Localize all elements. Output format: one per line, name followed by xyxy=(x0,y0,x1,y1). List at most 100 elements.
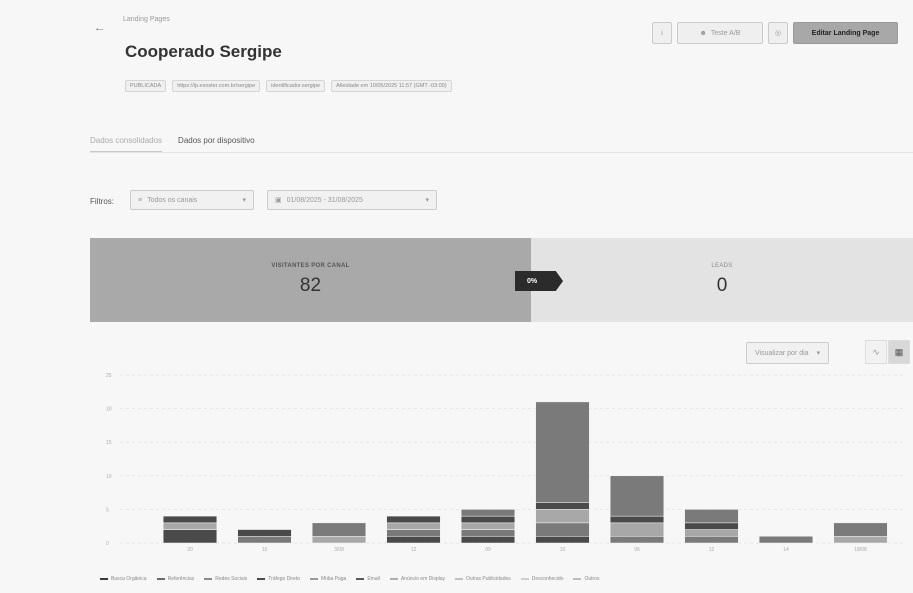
y-tick-label: 20 xyxy=(106,407,112,413)
visitors-label: VISITANTES POR CANAL xyxy=(271,263,350,269)
legend-item[interactable]: Outros xyxy=(573,576,599,582)
leads-value: 0 xyxy=(716,275,728,296)
legend-item[interactable]: Email xyxy=(356,576,380,582)
x-tick-label: 14 xyxy=(783,547,789,553)
x-tick-label: 06 xyxy=(634,547,640,553)
tab-device[interactable]: Dados por dispositivo xyxy=(178,136,254,153)
legend-swatch xyxy=(520,578,529,580)
legend-label: Outros xyxy=(584,576,600,582)
line-chart-toggle[interactable]: ∿ xyxy=(865,340,887,364)
leads-label: LEADS xyxy=(711,263,733,269)
status-badge: PUBLICADA xyxy=(125,80,167,92)
view-by-value: Visualizar por dia xyxy=(755,349,809,357)
chevron-down-icon: ▾ xyxy=(816,350,821,357)
legend-item[interactable]: Tráfego Direto xyxy=(257,576,300,582)
bar-segment[interactable] xyxy=(535,536,590,544)
view-by-select[interactable]: Visualizar por dia ▾ xyxy=(746,342,830,364)
bar-segment[interactable] xyxy=(535,522,590,537)
x-tick-label: 09 xyxy=(485,547,491,553)
bar-chart-icon: ▦ xyxy=(894,346,904,357)
info-button[interactable]: i xyxy=(652,22,672,44)
legend-item[interactable]: Redes Sociais xyxy=(204,576,247,582)
bar-segment[interactable] xyxy=(609,515,665,524)
bar-segment[interactable] xyxy=(684,509,739,524)
bar-segment[interactable] xyxy=(609,522,665,537)
visitors-value: 82 xyxy=(299,275,322,296)
legend-item[interactable]: Referências xyxy=(156,576,195,582)
x-tick-label: 12 xyxy=(709,547,715,553)
chevron-down-icon: ▾ xyxy=(242,197,246,204)
channel-select[interactable]: ≡ Todos os canais ▾ xyxy=(130,190,254,210)
bar-segment[interactable] xyxy=(460,522,516,530)
legend-label: Email xyxy=(367,576,380,582)
tab-bar: Dados consolidados Dados por dispositivo xyxy=(90,136,255,153)
legend-label: Referências xyxy=(167,576,195,582)
calendar-icon: ▣ xyxy=(275,197,282,204)
legend-swatch xyxy=(204,578,213,580)
legend-item[interactable]: Busca Orgânica xyxy=(100,576,147,582)
bar-segment[interactable] xyxy=(311,536,367,544)
legend-swatch xyxy=(455,578,464,580)
bar-segment[interactable] xyxy=(237,529,292,537)
bar-segment[interactable] xyxy=(386,529,441,537)
chart-legend: Busca Orgânica Referências Redes Sociais Tr… xyxy=(100,576,599,582)
edit-landing-page-button[interactable]: Editar Landing Page xyxy=(793,22,898,44)
test-ab-button[interactable]: ☻ Teste A/B xyxy=(677,22,763,44)
line-chart-icon: ∿ xyxy=(872,346,880,357)
bar-segment[interactable] xyxy=(535,502,590,510)
x-tick-label: 18/08 xyxy=(854,547,867,553)
bar-segment[interactable] xyxy=(460,536,516,544)
tab-consolidated[interactable]: Dados consolidados xyxy=(90,136,163,153)
bar-segment[interactable] xyxy=(535,509,590,524)
bar-segment[interactable] xyxy=(162,515,218,524)
legend-item[interactable]: Anúncio em Display xyxy=(389,576,445,582)
url-badge[interactable]: https://lp.exoster.com.br/sergipe xyxy=(172,80,261,92)
legend-item[interactable]: Desconhecido xyxy=(520,576,564,582)
meta-badges: PUBLICADA https://lp.exoster.com.br/serg… xyxy=(125,80,452,92)
y-tick-label: 25 xyxy=(106,373,112,379)
bar-segment[interactable] xyxy=(609,536,665,544)
bar-segment[interactable] xyxy=(237,536,292,544)
legend-label: Redes Sociais xyxy=(215,576,248,582)
legend-swatch xyxy=(356,578,365,580)
legend-label: Mídia Paga xyxy=(321,576,347,582)
bar-segment[interactable] xyxy=(833,522,888,537)
bar-segment[interactable] xyxy=(833,536,888,544)
bar-segment[interactable] xyxy=(460,529,516,537)
breadcrumb[interactable]: Landing Pages xyxy=(123,16,170,23)
bar-segment[interactable] xyxy=(684,536,739,544)
legend-label: Desconhecido xyxy=(531,576,564,582)
bar-segment[interactable] xyxy=(684,522,739,530)
date-range-select[interactable]: ▣ 01/08/2025 - 31/08/2025 ▾ xyxy=(267,190,437,210)
bar-segment[interactable] xyxy=(758,536,814,544)
legend-item[interactable]: Outras Publicidades xyxy=(455,576,511,582)
bar-chart-toggle[interactable]: ▦ xyxy=(888,340,910,364)
legend-swatch xyxy=(100,578,108,580)
bar-segment[interactable] xyxy=(162,529,218,544)
leads-card: LEADS 0 xyxy=(531,238,913,322)
preview-button[interactable]: ◎ xyxy=(768,22,788,44)
visitors-chart: 25 20 15 10 5 0 20 10 3/08 12 09 10 06 12 14 18/08 xyxy=(106,373,905,553)
visitors-card: VISITANTES POR CANAL 82 xyxy=(90,238,531,322)
bar-segment[interactable] xyxy=(609,475,665,517)
legend-swatch xyxy=(573,578,582,580)
identifier-badge: identificador.sergipe xyxy=(266,80,326,92)
bar-segment[interactable] xyxy=(386,515,441,524)
bar-segment[interactable] xyxy=(386,536,441,544)
bar-segment[interactable] xyxy=(386,522,441,530)
y-tick-label: 5 xyxy=(106,507,109,513)
legend-item[interactable]: Mídia Paga xyxy=(310,576,346,582)
x-tick-label: 12 xyxy=(411,547,417,553)
bar-segment[interactable] xyxy=(460,509,516,517)
header-actions: i ☻ Teste A/B ◎ Editar Landing Page xyxy=(652,22,898,44)
bar-segment[interactable] xyxy=(460,515,516,524)
legend-swatch xyxy=(257,578,266,580)
bar-segment[interactable] xyxy=(311,522,367,537)
bar-segment[interactable] xyxy=(535,401,590,503)
legend-label: Outras Publicidades xyxy=(466,576,511,582)
channels-icon: ≡ xyxy=(138,196,143,204)
y-tick-label: 10 xyxy=(106,474,112,480)
bar-segment[interactable] xyxy=(162,522,218,530)
bar-segment[interactable] xyxy=(684,529,739,537)
back-arrow-icon[interactable]: ← xyxy=(94,22,105,34)
